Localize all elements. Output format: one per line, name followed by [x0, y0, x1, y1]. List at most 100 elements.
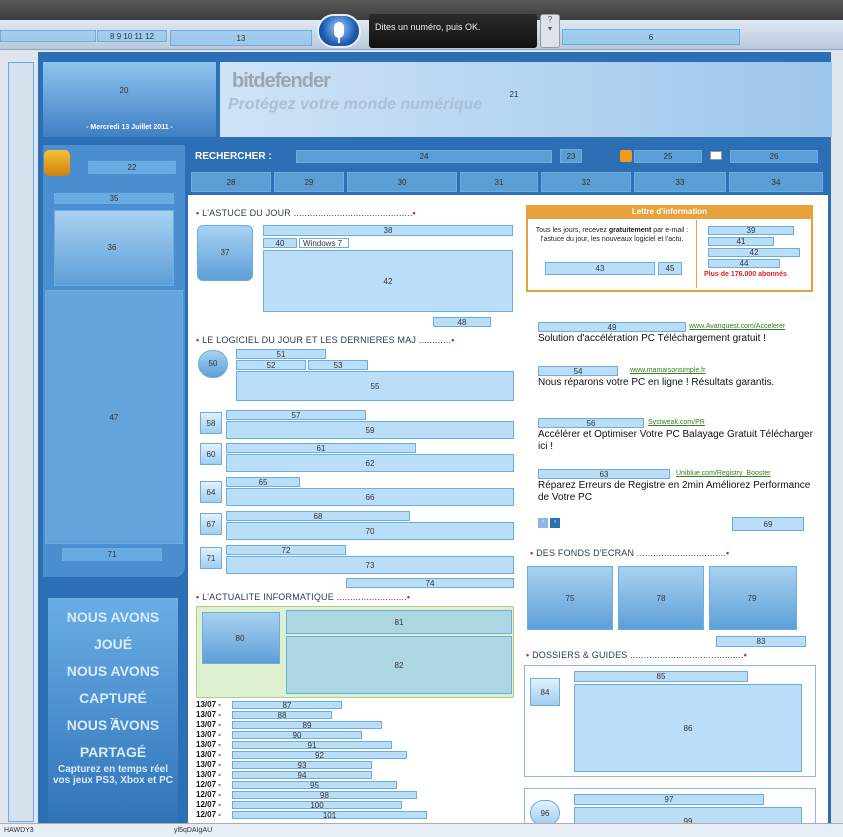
tab-34[interactable]: 34: [729, 172, 823, 192]
news-link[interactable]: 90: [232, 731, 362, 739]
logiciel-link-52[interactable]: 52: [236, 360, 306, 370]
toolbar-btn-8[interactable]: 8: [110, 32, 114, 41]
ad-url-4[interactable]: Uniblue.com/Registry_Booster: [676, 470, 771, 477]
toolbar-field-13[interactable]: 13: [170, 30, 312, 46]
address-field[interactable]: [0, 30, 96, 42]
logiciel-icon-71[interactable]: 71: [200, 547, 222, 569]
dossiers-heading: DOSSIERS & GUIDES: [532, 650, 628, 660]
ad-url-2[interactable]: www.mamaisonsimple.fr: [630, 367, 705, 374]
ad-url-1[interactable]: www.Avanquest.com/Accelerer: [689, 323, 785, 330]
news-link[interactable]: 94: [232, 771, 372, 779]
newsletter-heading: Lettre d'information: [526, 205, 813, 219]
tab-31[interactable]: 31: [460, 172, 538, 192]
newsletter-option-2[interactable]: 41: [708, 237, 774, 246]
promo-line-4: CAPTURÉ: [79, 690, 147, 706]
news-link[interactable]: 101: [232, 811, 427, 819]
news-link[interactable]: 89: [232, 721, 382, 729]
newsletter-option-3[interactable]: 42: [708, 248, 800, 257]
ads-next-icon[interactable]: ›: [550, 518, 560, 528]
fonds-heading: DES FONDS D'ECRAN: [536, 548, 635, 558]
toolbar-field-6[interactable]: 6: [562, 29, 740, 45]
tab-33[interactable]: 33: [634, 172, 726, 192]
logiciel-title-51[interactable]: 51: [236, 349, 326, 359]
logiciel-title-61[interactable]: 61: [226, 443, 416, 453]
sidebar-box-title[interactable]: 35: [54, 193, 174, 204]
actualite-image-number: 80: [235, 633, 245, 643]
box-icon: [44, 150, 70, 176]
dossier-title-85[interactable]: 85: [574, 671, 748, 682]
astuce-tag[interactable]: Windows 7: [299, 238, 349, 248]
newsletter-option-1[interactable]: 39: [708, 226, 794, 235]
tab-30[interactable]: 30: [347, 172, 457, 192]
search-go-button[interactable]: 23: [560, 149, 582, 163]
logiciel-icon-67[interactable]: 67: [200, 513, 222, 535]
news-link[interactable]: 93: [232, 761, 372, 769]
astuce-body: 42: [263, 250, 513, 312]
toolbar-btn-10[interactable]: 10: [123, 32, 132, 41]
tab-29[interactable]: 29: [274, 172, 344, 192]
newsletter-ok-button[interactable]: 45: [658, 262, 682, 275]
tab-32[interactable]: 32: [541, 172, 631, 192]
astuce-tag-number[interactable]: 40: [263, 238, 297, 248]
logiciel-icon-60[interactable]: 60: [200, 443, 222, 465]
toolbar-btn-11[interactable]: 11: [135, 32, 143, 41]
ad-url-3[interactable]: Systweak.com/PR: [648, 419, 705, 426]
newsletter-option-4[interactable]: 44: [708, 259, 780, 268]
news-date: 13/07 -: [196, 750, 221, 759]
ad-title-3[interactable]: Accélérer et Optimiser Votre PC Balayage…: [538, 429, 818, 453]
news-link[interactable]: 92: [232, 751, 407, 759]
rss-link[interactable]: 25: [634, 150, 702, 163]
dossier-title-97[interactable]: 97: [574, 794, 764, 805]
logiciel-icon-58[interactable]: 58: [200, 412, 222, 434]
ad-title-4[interactable]: Réparez Erreurs de Registre en 2min Amél…: [538, 480, 818, 504]
tab-28[interactable]: 28: [191, 172, 271, 192]
logiciel-more-link[interactable]: 74: [346, 578, 514, 588]
toolbar-btn-12[interactable]: 12: [145, 32, 154, 41]
ad-link-54[interactable]: 54: [538, 366, 618, 376]
astuce-title-link[interactable]: 38: [263, 225, 513, 236]
logiciel-heading: LE LOGICIEL DU JOUR ET LES DERNIERES MAJ: [202, 335, 417, 345]
logo-number: 20: [119, 85, 129, 95]
dossier-icon-84[interactable]: 84: [530, 678, 560, 706]
toolbar-btn-9[interactable]: 9: [117, 32, 121, 41]
newsletter-text-bold: gratuitement: [608, 227, 652, 234]
news-link[interactable]: 98: [232, 791, 417, 799]
ad-link-63[interactable]: 63: [538, 469, 670, 479]
logiciel-title-65[interactable]: 65: [226, 477, 300, 487]
newsletter-email-input[interactable]: 43: [545, 262, 655, 275]
microphone-icon[interactable]: [317, 14, 361, 48]
speech-side-controls[interactable]: ? ▾: [540, 14, 560, 48]
ads-more-link[interactable]: 69: [732, 517, 804, 531]
search-input[interactable]: 24: [296, 150, 552, 163]
sidebar-link-27[interactable]: 22: [88, 161, 176, 174]
search-label: RECHERCHER :: [195, 151, 272, 162]
logiciel-title-72[interactable]: 72: [226, 545, 346, 555]
sidebar-more-link[interactable]: 71: [62, 548, 162, 561]
news-link[interactable]: 95: [232, 781, 397, 789]
newsletter-link[interactable]: 26: [730, 150, 818, 163]
toolbar-buttons[interactable]: 8 9 10 11 12: [97, 30, 167, 42]
news-date: 13/07 -: [196, 770, 221, 779]
actualite-title-link[interactable]: 81: [286, 610, 512, 634]
logiciel-link-53[interactable]: 53: [308, 360, 368, 370]
logiciel-title-57[interactable]: 57: [226, 410, 366, 420]
news-link[interactable]: 100: [232, 801, 402, 809]
promo-number: 76: [109, 716, 119, 726]
ad-link-49[interactable]: 49: [538, 322, 686, 332]
fonds-more-link[interactable]: 83: [716, 636, 806, 647]
ad-link-56[interactable]: 56: [538, 418, 644, 428]
news-link[interactable]: 88: [232, 711, 332, 719]
banner-tagline: Protégez votre monde numérique: [228, 96, 483, 113]
news-link[interactable]: 91: [232, 741, 392, 749]
ad-title-1[interactable]: Solution d'accélération PC Téléchargemen…: [538, 333, 818, 345]
news-date: 13/07 -: [196, 740, 221, 749]
ad-title-2[interactable]: Nous réparons votre PC en ligne ! Résult…: [538, 377, 818, 389]
astuce-more-link[interactable]: 48: [433, 317, 491, 327]
logiciel-title-68[interactable]: 68: [226, 511, 410, 521]
logiciel-icon-64[interactable]: 64: [200, 481, 222, 503]
newsletter-text: Tous les jours, recevez gratuitement par…: [534, 226, 690, 244]
news-link[interactable]: 87: [232, 701, 342, 709]
actualite-body: 82: [286, 636, 512, 694]
status-left: HAWDY3: [4, 827, 34, 834]
ads-prev-icon[interactable]: ‹: [538, 518, 548, 528]
